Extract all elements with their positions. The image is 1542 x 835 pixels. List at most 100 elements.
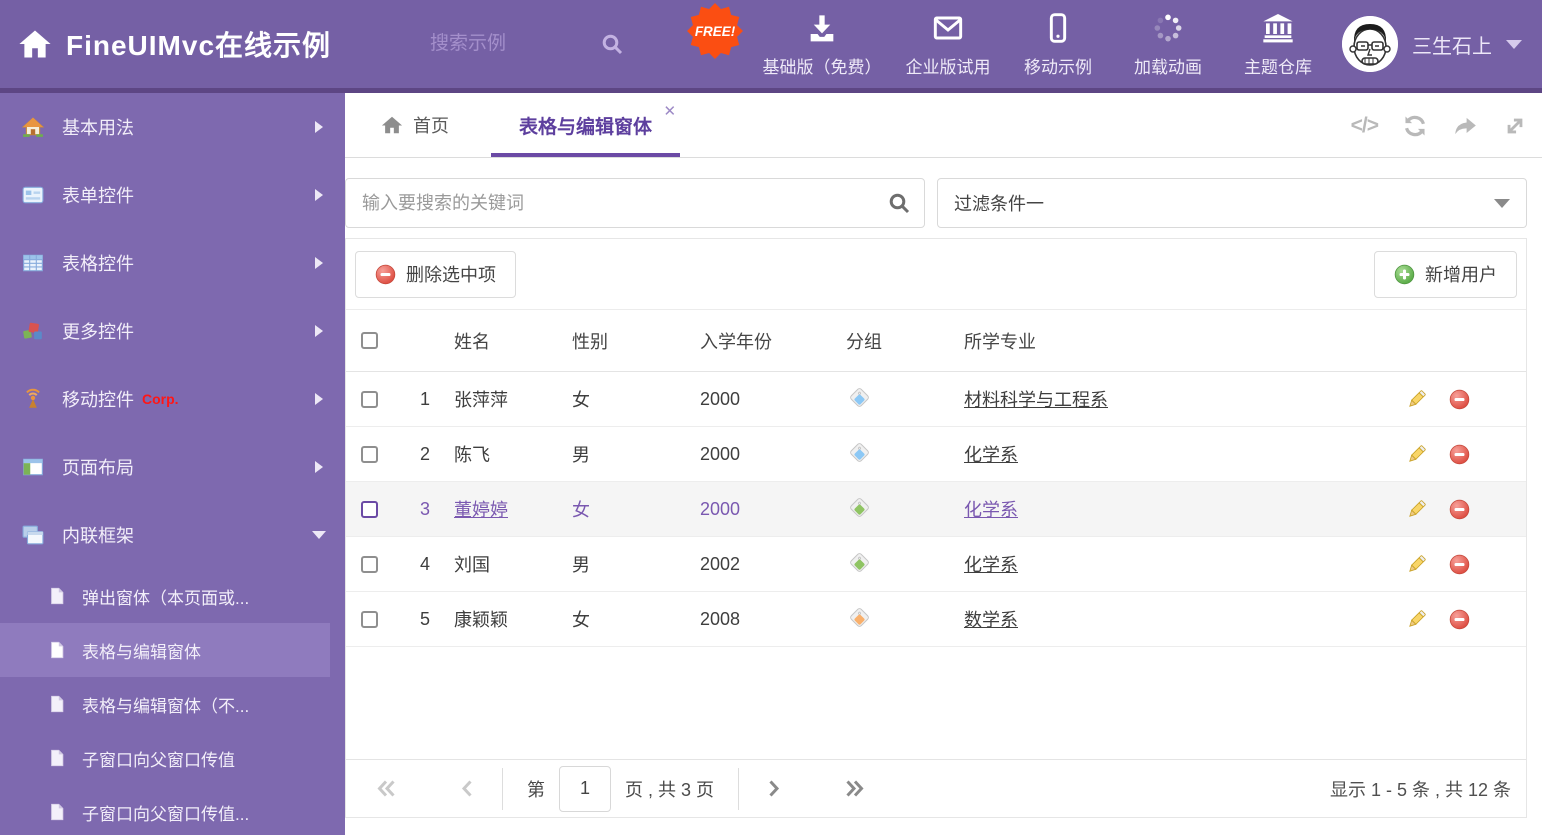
home-icon [381, 116, 403, 134]
table-row[interactable]: 5 康颖颖 女 2008 数学系 [346, 592, 1526, 647]
row-checkbox[interactable] [360, 445, 378, 463]
row-number: 2 [419, 443, 430, 464]
next-page-button[interactable] [763, 778, 784, 799]
table-row[interactable]: 4 刘国 男 2002 化学系 [346, 537, 1526, 592]
pencil-icon [1409, 499, 1426, 517]
tab-grid-edit-window[interactable]: 表格与编辑窗体 ✕ [491, 93, 681, 157]
row-checkbox[interactable] [360, 500, 378, 518]
chevron-right-icon [315, 393, 323, 405]
row-checkbox[interactable] [360, 610, 378, 628]
share-forward-icon[interactable] [1452, 113, 1478, 139]
last-page-button[interactable] [844, 778, 865, 799]
sidebar-subitem-grid-edit-window[interactable]: 表格与编辑窗体 [0, 623, 330, 677]
table-row[interactable]: 1 张萍萍 女 2000 材料科学与工程系 [346, 372, 1526, 427]
sidebar-item-basic-usage[interactable]: 基本用法 [0, 93, 345, 161]
column-header-year[interactable]: 入学年份 [688, 328, 834, 354]
major-link[interactable]: 化学系 [964, 445, 1018, 465]
column-header-major[interactable]: 所学专业 [952, 328, 1396, 354]
pagination-bar: 第 页 , 共 3 页 显示 1 - 5 条 , 共 12 条 [346, 759, 1526, 817]
filter-select[interactable]: 过滤条件一 [937, 178, 1527, 228]
edit-row-button[interactable] [1406, 389, 1427, 410]
nav-mobile-examples[interactable]: 移动示例 [1010, 12, 1106, 78]
add-user-button[interactable]: 新增用户 [1374, 250, 1517, 298]
sidebar-subitem-child-to-parent-2[interactable]: 子窗口向父窗口传值... [0, 785, 345, 835]
filter-select-value: 过滤条件一 [954, 194, 1044, 214]
minus-circle-icon [1449, 444, 1470, 464]
file-icon [51, 641, 64, 659]
tag-icon [848, 441, 871, 463]
table-row[interactable]: 2 陈飞 男 2000 化学系 [346, 427, 1526, 482]
sidebar-subitem-child-to-parent[interactable]: 子窗口向父窗口传值 [0, 731, 345, 785]
edit-row-button[interactable] [1406, 444, 1427, 465]
delete-row-button[interactable] [1449, 389, 1470, 410]
nav-theme-repository[interactable]: 主题仓库 [1230, 12, 1326, 78]
page-prefix: 第 [527, 779, 545, 800]
tab-home[interactable]: 首页 [361, 93, 469, 157]
svg-text:FREE!: FREE! [695, 24, 736, 39]
tab-tools: </> [1351, 93, 1528, 158]
major-link[interactable]: 化学系 [964, 500, 1018, 520]
topbar: FineUIMvc在线示例 FREE! 基础版（免费） 企业版试用 移动 [0, 0, 1542, 93]
source-code-icon[interactable]: </> [1351, 114, 1379, 138]
sidebar-item-mobile-controls[interactable]: 移动控件 Corp. [0, 365, 345, 433]
pencil-icon [1409, 554, 1426, 572]
delete-row-button[interactable] [1449, 499, 1470, 520]
major-link[interactable]: 数学系 [964, 610, 1018, 630]
record-summary: 显示 1 - 5 条 , 共 12 条 [1329, 779, 1511, 800]
delete-row-button[interactable] [1449, 609, 1470, 630]
refresh-icon[interactable] [1402, 113, 1428, 139]
sidebar-item-grid-controls[interactable]: 表格控件 [0, 229, 345, 297]
nav-basic-edition[interactable]: 基础版（免费） [758, 12, 886, 78]
nav-loading-animation[interactable]: 加载动画 [1120, 12, 1216, 78]
row-checkbox[interactable] [360, 555, 378, 573]
sidebar-item-inline-frames[interactable]: 内联框架 [0, 501, 345, 569]
row-number: 5 [419, 608, 430, 629]
user-menu[interactable]: 三生石上 [1342, 0, 1522, 88]
nav-enterprise-trial[interactable]: 企业版试用 [900, 12, 996, 78]
edit-row-button[interactable] [1406, 554, 1427, 575]
student-gender: 女 [572, 610, 590, 630]
column-header-group[interactable]: 分组 [834, 328, 952, 354]
header-search-input[interactable] [430, 33, 590, 55]
tag-icon [848, 386, 871, 408]
row-number: 1 [419, 388, 430, 409]
file-icon [51, 803, 64, 821]
edit-row-button[interactable] [1406, 609, 1427, 630]
corp-badge: Corp. [142, 391, 179, 407]
first-page-button[interactable] [376, 778, 397, 799]
tab-close-icon[interactable]: ✕ [663, 102, 676, 120]
expand-icon[interactable] [1502, 113, 1528, 139]
major-link[interactable]: 材料科学与工程系 [964, 390, 1108, 410]
delete-row-button[interactable] [1449, 554, 1470, 575]
column-header-gender[interactable]: 性别 [560, 328, 688, 354]
search-icon[interactable] [600, 32, 624, 56]
sidebar-item-more-controls[interactable]: 更多控件 [0, 297, 345, 365]
app-brand[interactable]: FineUIMvc在线示例 [18, 0, 331, 88]
select-all-checkbox[interactable] [360, 332, 378, 349]
prev-page-button[interactable] [457, 778, 478, 799]
row-checkbox[interactable] [360, 390, 378, 408]
search-icon[interactable] [887, 191, 911, 215]
minus-circle-icon [1449, 554, 1470, 574]
mobile-icon [1049, 13, 1067, 43]
keyword-search-input[interactable] [345, 178, 925, 228]
home-icon [19, 30, 51, 58]
caret-down-icon [1494, 198, 1510, 208]
layout-icon [23, 458, 43, 476]
page-number-input[interactable] [559, 765, 611, 812]
edit-row-button[interactable] [1406, 499, 1427, 520]
delete-row-button[interactable] [1449, 444, 1470, 465]
sidebar-subitem-popup-window[interactable]: 弹出窗体（本页面或... [0, 569, 345, 623]
table-row-selected[interactable]: 3 董婷婷 女 2000 化学系 [346, 482, 1526, 537]
house-icon [22, 117, 44, 137]
column-header-name[interactable]: 姓名 [442, 328, 560, 354]
avatar [1342, 16, 1398, 72]
sidebar-item-page-layout[interactable]: 页面布局 [0, 433, 345, 501]
minus-circle-icon [1449, 609, 1470, 629]
sidebar-item-form-controls[interactable]: 表单控件 [0, 161, 345, 229]
sidebar-subitem-grid-edit-window-2[interactable]: 表格与编辑窗体（不... [0, 677, 345, 731]
major-link[interactable]: 化学系 [964, 555, 1018, 575]
app-title: FineUIMvc在线示例 [66, 30, 332, 61]
delete-selected-button[interactable]: 删除选中项 [355, 250, 516, 298]
frames-icon [22, 525, 44, 545]
